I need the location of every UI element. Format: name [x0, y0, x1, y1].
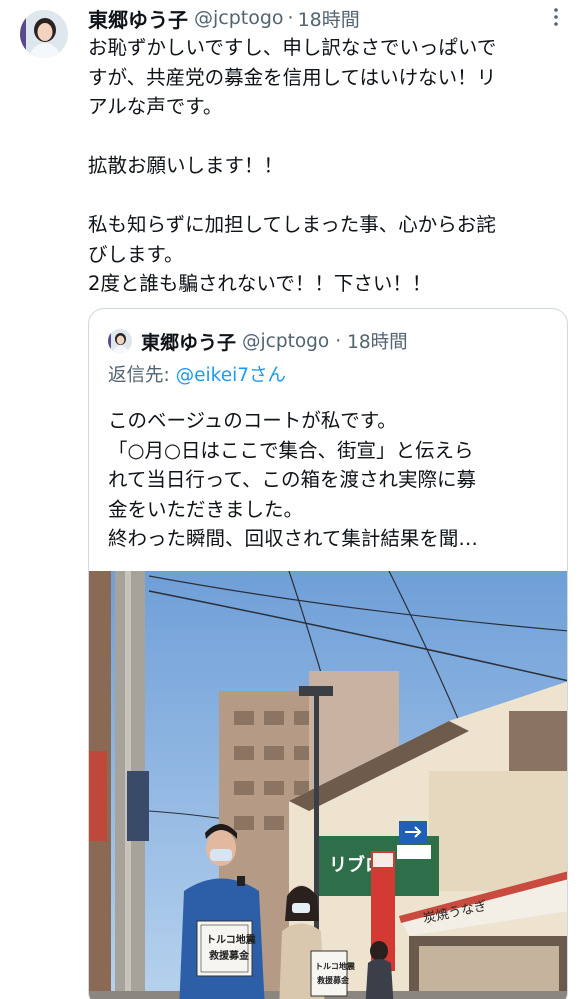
quoted-author-handle: @jcptogo: [242, 330, 330, 352]
separator: ·: [335, 330, 342, 352]
reply-prefix: 返信先:: [108, 365, 176, 386]
tweet-line: びします。: [88, 242, 184, 266]
quoted-tweet-header: 東郷ゆう子 @jcptogo · 18時間: [141, 327, 408, 355]
author-handle[interactable]: @jcptogo: [194, 7, 284, 29]
tweet-photo[interactable]: リブロ 炭焼うなぎ トルコ地震 救援募金 トルコ地震 救援募金: [89, 570, 567, 999]
tweet-line: 2度と誰も騙されないで！！下さい！！: [88, 272, 432, 295]
photo-right-box-sign: トルコ地震: [315, 961, 356, 971]
quoted-line: このベージュのコートが私です。: [108, 409, 397, 432]
quoted-line: 金をいただきました。: [108, 497, 304, 521]
author-name[interactable]: 東郷ゆう子: [88, 4, 188, 33]
quoted-line: 終わった瞬間、回収されて集計結果を聞…: [108, 527, 478, 550]
quoted-author-avatar: [108, 329, 132, 353]
tweet-text: お恥ずかしいですし、申し訳なさでいっぱいで すが、共産党の募金を信用してはいけな…: [88, 33, 570, 299]
photo-box-sign: トルコ地震: [206, 933, 257, 946]
tweet-line: すが、共産党の募金を信用してはいけない！リ: [88, 65, 497, 89]
svg-text:救援募金: 救援募金: [209, 949, 250, 962]
tweet-line: 拡散お願いします！！: [88, 154, 284, 177]
more-options-icon[interactable]: [545, 6, 567, 28]
quoted-author-name: 東郷ゆう子: [141, 331, 237, 354]
tweet-line: 私も知らずに加担してしまった事、心からお詫: [88, 213, 496, 236]
tweet-line: アルな声です。: [88, 95, 223, 118]
quoted-timestamp: 18時間: [347, 332, 408, 353]
quoted-line: れて当日行って、この箱を渡され実際に募: [108, 468, 476, 491]
quoted-line: 「○月○日はここで集合、街宣」と伝えら: [108, 438, 474, 462]
reply-mention[interactable]: @eikei7さん: [176, 365, 286, 386]
svg-text:救援募金: 救援募金: [317, 975, 350, 985]
reply-context: 返信先: @eikei7さん: [108, 361, 286, 387]
quoted-tweet-card[interactable]: 東郷ゆう子 @jcptogo · 18時間 返信先: @eikei7さん このベ…: [88, 308, 568, 999]
tweet-timestamp[interactable]: 18時間: [298, 5, 360, 32]
tweet-header: 東郷ゆう子 @jcptogo · 18時間: [88, 4, 569, 32]
separator: ·: [287, 7, 294, 29]
quoted-tweet-text: このベージュのコートが私です。 「○月○日はここで集合、街宣」と伝えら れて当日…: [108, 406, 558, 554]
author-avatar[interactable]: [20, 10, 68, 58]
tweet-line: お恥ずかしいですし、申し訳なさでいっぱいで: [88, 36, 497, 59]
